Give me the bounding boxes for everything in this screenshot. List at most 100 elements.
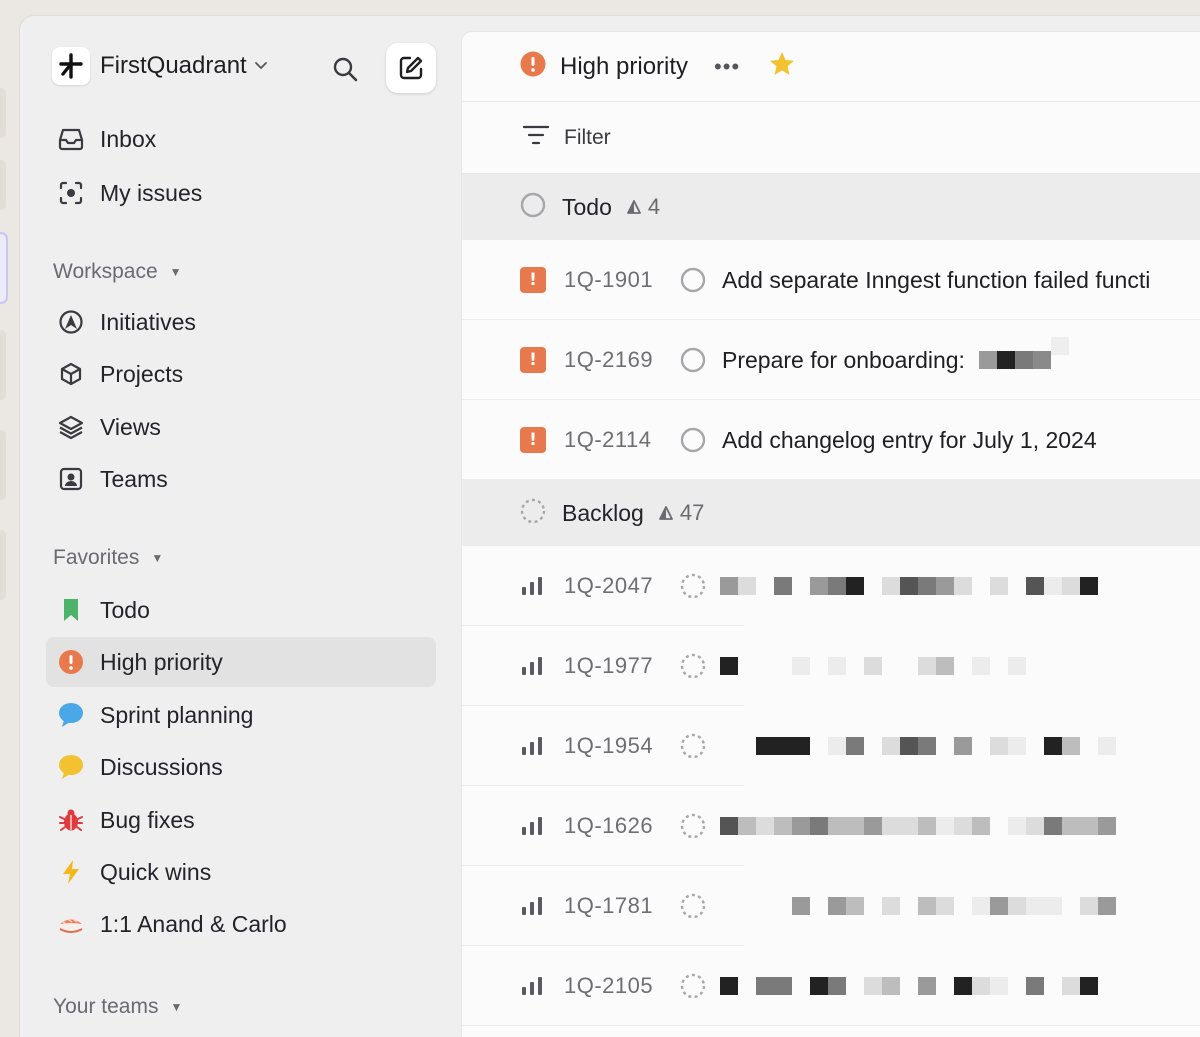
sidebar: FirstQuadrant Inbox My issues Workspace … [20,16,462,1037]
sidebar-item-discussions[interactable]: Discussions [46,742,436,792]
issue-id: 1Q-1781 [564,893,654,918]
caret-down-icon: ▼ [151,551,164,565]
redacted-text [720,896,1116,916]
issue-row[interactable]: 1Q-2047 [462,546,1200,626]
inbox-icon [58,126,84,152]
favorite-star-icon[interactable] [768,50,796,83]
medium-priority-icon [520,653,546,679]
group-count: 47 [658,500,704,526]
issue-id: 1Q-1901 [564,267,654,292]
sidebar-item-1-1-anand-carlo[interactable]: 1:1 Anand & Carlo [46,899,436,949]
estimate-icon [658,506,673,520]
issue-row[interactable]: 1Q-1626 [462,786,1200,866]
group-count-value: 4 [647,194,661,219]
issue-row[interactable]: ! 1Q-2169 Prepare for onboarding: [462,320,1200,400]
view-header: High priority ••• [462,32,1200,102]
initiatives-icon [58,309,84,335]
sidebar-item-label: Quick wins [100,858,212,885]
issue-id: 1Q-1954 [564,733,654,758]
filter-button[interactable]: Filter [462,102,1200,174]
issue-title: Add separate Inngest function failed fun… [722,266,1151,293]
workspace-switcher[interactable]: FirstQuadrant [52,44,269,88]
section-title: Workspace [53,260,158,283]
redacted-text [720,976,1116,996]
issue-row[interactable]: 1Q-2105 [462,946,1200,1026]
todo-status-icon[interactable] [680,427,706,453]
sidebar-item-label: Sprint planning [100,701,254,728]
group-header-backlog[interactable]: Backlog 47 [462,480,1200,546]
backlog-status-icon[interactable] [680,813,706,839]
sidebar-item-sprint-planning[interactable]: Sprint planning [46,690,436,740]
medium-priority-icon [520,893,546,919]
section-title: Your teams [53,995,159,1018]
issue-id: 1Q-1626 [564,813,654,838]
todo-status-icon[interactable] [680,267,706,293]
compose-icon [399,56,423,80]
todo-status-icon[interactable] [680,347,706,373]
issue-id: 1Q-2105 [564,973,654,998]
urgent-priority-icon: ! [520,267,546,293]
sidebar-item-views[interactable]: Views [46,402,436,452]
sidebar-item-label: Views [100,413,161,440]
sidebar-item-quick-wins[interactable]: Quick wins [46,847,436,897]
sidebar-item-initiatives[interactable]: Initiatives [46,297,436,347]
filter-icon [522,123,550,152]
sidebar-item-teams[interactable]: Teams [46,454,436,504]
caret-down-icon: ▼ [170,1000,183,1014]
search-icon [333,57,358,82]
group-name: Backlog [562,499,644,526]
new-issue-button[interactable] [386,43,436,93]
group-name: Todo [562,193,612,220]
issue-id: 1Q-2114 [564,427,652,452]
urgent-priority-icon: ! [520,347,546,373]
group-header-todo[interactable]: Todo 4 [462,174,1200,240]
sidebar-item-label: Initiatives [100,308,196,335]
teams-icon [58,466,84,492]
issue-title: Add changelog entry for July 1, 2024 [722,426,1097,453]
sidebar-item-label: Teams [100,465,168,492]
issue-row[interactable]: ! 1Q-2114 Add changelog entry for July 1… [462,400,1200,480]
my-issues-icon [58,180,84,206]
sidebar-item-my-issues[interactable]: My issues [46,168,436,218]
backlog-status-icon[interactable] [680,893,706,919]
sidebar-item-high-priority[interactable]: High priority [46,637,436,687]
window-edge [0,530,6,600]
backlog-status-icon[interactable] [680,653,706,679]
section-header-favorites[interactable]: Favorites ▼ [53,546,163,570]
issue-id: 1Q-1977 [564,653,654,678]
section-header-your-teams[interactable]: Your teams ▼ [53,995,182,1019]
redacted-text [720,816,1116,836]
issue-title: Prepare for onboarding: [722,346,965,373]
group-count: 4 [626,194,660,220]
redacted-text [720,656,1116,676]
issue-row[interactable]: 1Q-1977 [462,626,1200,706]
chevron-down-icon [253,57,269,78]
search-button[interactable] [326,50,364,88]
section-title: Favorites [53,546,140,569]
chat-bubble-icon [58,754,84,780]
group-count-value: 47 [679,500,705,525]
sidebar-item-projects[interactable]: Projects [46,349,436,399]
backlog-status-icon[interactable] [680,573,706,599]
window-edge [0,330,6,400]
workspace-name: FirstQuadrant [100,52,247,79]
sidebar-item-inbox[interactable]: Inbox [46,114,436,164]
backlog-status-icon[interactable] [680,733,706,759]
more-options-button[interactable]: ••• [714,54,740,80]
sidebar-item-bug-fixes[interactable]: Bug fixes [46,795,436,845]
medium-priority-icon [520,573,546,599]
redacted-text [978,337,1069,370]
lightning-icon [58,859,84,885]
window-edge [0,430,6,500]
issue-row[interactable]: 1Q-1781 [462,866,1200,946]
bug-icon [58,807,84,833]
issue-id: 1Q-2047 [564,573,654,598]
redacted-text [720,736,1116,756]
backlog-status-icon[interactable] [680,973,706,999]
issue-row[interactable]: ! 1Q-1901 Add separate Inngest function … [462,240,1200,320]
issue-row[interactable]: 1Q-1954 [462,706,1200,786]
caret-down-icon: ▼ [169,265,182,279]
sidebar-item-label: 1:1 Anand & Carlo [100,910,287,937]
section-header-workspace[interactable]: Workspace ▼ [53,260,182,284]
sidebar-item-todo[interactable]: Todo [46,585,436,635]
